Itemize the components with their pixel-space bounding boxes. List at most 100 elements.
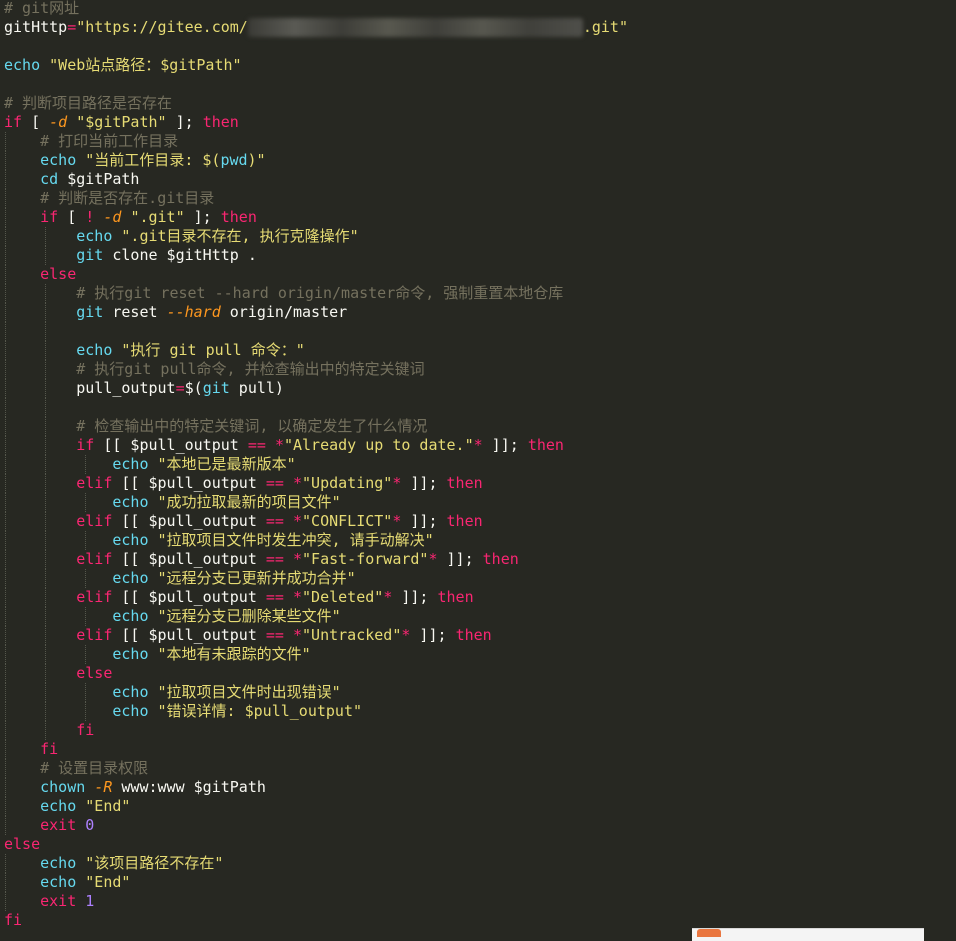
indent-guide bbox=[5, 721, 6, 740]
code-line: # 设置目录权限 bbox=[4, 759, 628, 778]
token-string: "执行 git pull 命令：" bbox=[121, 341, 305, 359]
token-plain: $gitPath bbox=[58, 170, 140, 188]
indent-guide bbox=[5, 797, 6, 816]
code-line: # 判断项目路径是否存在 bbox=[4, 94, 628, 113]
indent-guide bbox=[45, 588, 46, 607]
token-builtin: echo bbox=[4, 56, 41, 74]
indent-guide bbox=[45, 398, 46, 417]
token-plain: www:www $gitPath bbox=[112, 778, 266, 796]
indent-guide bbox=[5, 892, 6, 911]
code-line: exit 1 bbox=[4, 892, 628, 911]
code-line: chown -R www:www $gitPath bbox=[4, 778, 628, 797]
token-plain: ]]; bbox=[410, 626, 456, 644]
indent-guide bbox=[5, 436, 6, 455]
code-line: # 判断是否存在.git目录 bbox=[4, 189, 628, 208]
token-string: "End" bbox=[85, 797, 131, 815]
token-keyword: fi bbox=[4, 911, 23, 929]
indent-guide bbox=[5, 360, 6, 379]
token-plain: [[ $pull_output bbox=[112, 550, 266, 568]
token-string: "Already up to date." bbox=[283, 436, 474, 454]
indent-guide bbox=[5, 417, 6, 436]
token-builtin: git bbox=[76, 303, 104, 321]
token-builtin: echo bbox=[112, 569, 149, 587]
code-editor[interactable]: # git网址 gitHttp="https://gitee.com/ .git"… bbox=[4, 0, 628, 930]
token-keyword: else bbox=[40, 265, 77, 283]
indent-guide bbox=[45, 474, 46, 493]
token-comment: # 设置目录权限 bbox=[40, 759, 149, 777]
token-plain: origin/master bbox=[220, 303, 348, 321]
code-line: echo "当前工作目录: $(pwd)" bbox=[4, 151, 628, 170]
indent-guide bbox=[5, 474, 6, 493]
code-line: gitHttp="https://gitee.com/ .git" bbox=[4, 18, 628, 37]
overlay-widget bbox=[692, 928, 924, 941]
token-keyword: then bbox=[437, 588, 474, 606]
code-line: elif [[ $pull_output == *"Updating"* ]];… bbox=[4, 474, 628, 493]
indent-guide bbox=[45, 645, 46, 664]
token-builtin: pwd bbox=[220, 151, 248, 169]
indent-guide bbox=[85, 531, 86, 550]
token-string: "拉取项目文件时出现错误" bbox=[157, 683, 341, 701]
token-string: "远程分支已更新并成功合并" bbox=[157, 569, 356, 587]
token-comment: # 检查输出中的特定关键词, 以确定发生了什么情况 bbox=[76, 417, 428, 435]
indent-guide bbox=[45, 607, 46, 626]
indent-guide bbox=[45, 322, 46, 341]
token-keyword: then bbox=[446, 474, 483, 492]
token-string: "成功拉取最新的项目文件" bbox=[157, 493, 341, 511]
token-keyword: elif bbox=[76, 474, 113, 492]
indent-guide bbox=[5, 189, 6, 208]
token-flag: -d bbox=[103, 208, 122, 226]
indent-guide bbox=[5, 778, 6, 797]
code-line: git clone $gitHttp . bbox=[4, 246, 628, 265]
indent-guide bbox=[5, 702, 6, 721]
token-keyword: if bbox=[40, 208, 59, 226]
token-number: 1 bbox=[85, 892, 95, 910]
indent-guide bbox=[85, 683, 86, 702]
code-line: # 执行git reset --hard origin/master命令, 强制… bbox=[4, 284, 628, 303]
token-string: "Web站点路径：$gitPath" bbox=[49, 56, 242, 74]
token-comment: # 执行git reset --hard origin/master命令, 强制… bbox=[76, 284, 564, 302]
token-keyword: * bbox=[293, 588, 303, 606]
token-comment: # 执行git pull命令, 并检查输出中的特定关键词 bbox=[76, 360, 425, 378]
token-string: "拉取项目文件时发生冲突, 请手动解决" bbox=[157, 531, 434, 549]
token-comment: # 判断项目路径是否存在 bbox=[4, 94, 173, 112]
token-keyword: then bbox=[202, 113, 239, 131]
token-builtin: echo bbox=[40, 873, 77, 891]
indent-guide bbox=[45, 436, 46, 455]
indent-guide bbox=[5, 531, 6, 550]
indent-guide bbox=[45, 493, 46, 512]
token-keyword: then bbox=[446, 512, 483, 530]
token-plain: [ bbox=[58, 208, 86, 226]
token-plain: pull_output bbox=[76, 379, 176, 397]
token-plain: ]]; bbox=[392, 588, 438, 606]
token-string: "CONFLICT" bbox=[302, 512, 393, 530]
indent-guide bbox=[45, 531, 46, 550]
indent-guide bbox=[5, 322, 6, 341]
code-line: echo "远程分支已更新并成功合并" bbox=[4, 569, 628, 588]
token-keyword: fi bbox=[76, 721, 95, 739]
token-keyword: * bbox=[473, 436, 483, 454]
code-line bbox=[4, 322, 628, 341]
code-line: if [ -d "$gitPath" ]; then bbox=[4, 113, 628, 132]
token-string: ".git目录不存在, 执行克隆操作" bbox=[121, 227, 359, 245]
token-keyword: then bbox=[455, 626, 492, 644]
token-plain: ]; bbox=[184, 208, 221, 226]
code-line: echo ".git目录不存在, 执行克隆操作" bbox=[4, 227, 628, 246]
code-line: echo "执行 git pull 命令：" bbox=[4, 341, 628, 360]
token-string: .git" bbox=[582, 18, 628, 36]
token-flag: --hard bbox=[166, 303, 221, 321]
indent-guide bbox=[5, 265, 6, 284]
token-plain: ]; bbox=[166, 113, 203, 131]
code-line: echo "拉取项目文件时发生冲突, 请手动解决" bbox=[4, 531, 628, 550]
